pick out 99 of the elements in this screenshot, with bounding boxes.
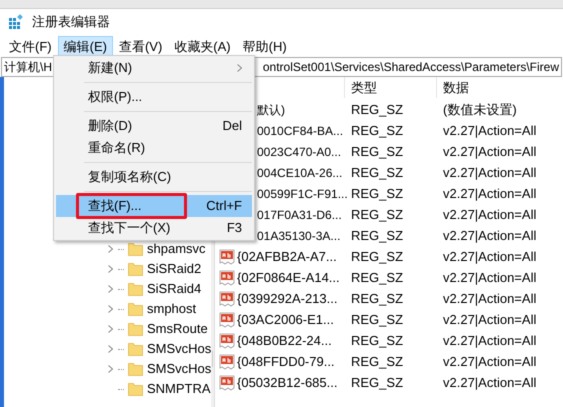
value-data: v2.27|Action=All xyxy=(442,290,538,308)
menu-item[interactable]: 查找(F)... Ctrl+F xyxy=(56,195,252,217)
chevron-icon[interactable] xyxy=(108,325,112,333)
folder-icon xyxy=(128,342,143,356)
folder-icon xyxy=(128,382,143,396)
value-name: 017F0A31-D6... xyxy=(257,206,342,224)
folder-icon xyxy=(128,322,143,336)
tree-item[interactable]: SmsRoute xyxy=(4,319,212,339)
tree-item[interactable]: SiSRaid4 xyxy=(4,279,212,299)
tree-item-label: SNMPTRA xyxy=(147,380,211,398)
string-value-icon xyxy=(219,354,235,370)
scrollbar-thumb[interactable] xyxy=(212,351,213,367)
menu-item[interactable]: 权限(P)... xyxy=(56,86,252,108)
value-data: v2.27|Action=All xyxy=(442,352,538,371)
address-text: 计算机\H xyxy=(4,59,52,76)
chevron-icon[interactable] xyxy=(108,285,112,293)
tree-item[interactable]: shpamsvc xyxy=(4,239,212,259)
value-name: 004CE10A-26... xyxy=(257,164,342,182)
folder-icon xyxy=(128,282,143,296)
value-data: v2.27|Action=All xyxy=(442,332,538,350)
value-name: 01A35130-3A... xyxy=(257,228,340,244)
value-name: 0023C470-A0... xyxy=(257,144,342,160)
folder-icon xyxy=(128,302,143,316)
tree-item[interactable]: SMSvcHos xyxy=(4,359,212,379)
folder-icon xyxy=(128,362,143,376)
string-value-icon xyxy=(219,374,235,390)
value-data: v2.27|Action=All xyxy=(442,142,538,161)
value-type: REG_SZ xyxy=(350,122,404,140)
tree-item-label: smphost xyxy=(147,300,196,318)
tree-item[interactable]: SMSvcHos xyxy=(4,339,212,359)
menu-bar-item[interactable]: 收藏夹(A) xyxy=(168,36,237,56)
address-text: ontrolSet001\Services\SharedAccess\Parameters\Firew xyxy=(262,59,560,76)
tree-item[interactable]: smphost xyxy=(4,299,212,319)
value-data: v2.27|Action=All xyxy=(442,226,538,245)
menu-item[interactable]: 查找下一个(X) F3 xyxy=(56,217,252,239)
registry-editor-icon xyxy=(8,14,24,30)
value-type: REG_SZ xyxy=(350,268,404,287)
value-type: REG_SZ xyxy=(350,206,404,224)
value-type: REG_SZ xyxy=(350,164,404,182)
menu-item[interactable]: 重命名(R) xyxy=(56,137,252,159)
chevron-icon[interactable] xyxy=(108,305,112,313)
tree-item-label: SiSRaid4 xyxy=(147,280,202,298)
string-value-icon xyxy=(219,312,235,328)
value-data: v2.27|Action=All xyxy=(442,374,538,392)
value-data: v2.27|Action=All xyxy=(442,310,538,329)
chevron-icon[interactable] xyxy=(108,345,112,353)
menu-bar-item[interactable]: 编辑(E) xyxy=(58,36,113,56)
chevron-icon[interactable] xyxy=(108,265,112,273)
string-value-icon xyxy=(219,248,235,264)
value-type: REG_SZ xyxy=(350,290,404,308)
string-value-icon xyxy=(219,270,235,286)
value-data: v2.27|Action=All xyxy=(442,184,538,203)
folder-icon xyxy=(128,262,143,276)
chevron-icon[interactable] xyxy=(108,245,112,253)
string-value-icon xyxy=(219,332,235,348)
menu-item[interactable]: 新建(N) xyxy=(56,57,252,79)
value-data: v2.27|Action=All xyxy=(442,122,538,140)
value-type: REG_SZ xyxy=(350,184,404,203)
value-type: REG_SZ xyxy=(350,248,404,266)
menu-item[interactable]: 删除(D) Del xyxy=(56,115,252,137)
value-data: v2.27|Action=All xyxy=(442,268,538,287)
value-name: {05032B12-685... xyxy=(237,374,338,392)
window-title: 注册表编辑器 xyxy=(32,13,110,32)
value-type: REG_SZ xyxy=(350,310,404,329)
submenu-chevron-icon[interactable] xyxy=(237,64,242,72)
value-type: REG_SZ xyxy=(350,374,404,392)
value-name: 默认) xyxy=(257,102,285,118)
menu-item[interactable]: 复制项名称(C) xyxy=(56,166,252,188)
value-name: {048B0B22-24... xyxy=(237,332,332,350)
tree-item[interactable]: SNMPTRA xyxy=(4,379,212,399)
value-name: 0010CF84-BA... xyxy=(257,122,344,140)
chevron-icon[interactable] xyxy=(108,365,112,373)
menu-bar-item[interactable]: 查看(V) xyxy=(112,36,168,56)
menu-bar-item[interactable]: 文件(F) xyxy=(3,36,58,56)
value-type: REG_SZ xyxy=(350,352,404,371)
value-name: {02F0864E-A14... xyxy=(237,268,340,287)
value-name: {02AFBB2A-A7... xyxy=(237,248,337,266)
value-data: v2.27|Action=All xyxy=(442,206,538,224)
value-type: REG_SZ xyxy=(350,226,404,245)
tree-item-label: SMSvcHos xyxy=(147,360,212,378)
tree-item-label: SmsRoute xyxy=(147,320,208,338)
string-value-icon xyxy=(219,290,235,306)
menu-bar-item[interactable]: 帮助(H) xyxy=(236,36,293,56)
tree-item-label: SMSvcHos xyxy=(147,340,212,358)
value-name: {0399292A-213... xyxy=(237,290,338,308)
column-header[interactable]: 类型 xyxy=(345,77,437,98)
tree-item-label: shpamsvc xyxy=(147,240,206,258)
tree-item[interactable]: SiSRaid2 xyxy=(4,259,212,279)
value-type: REG_SZ xyxy=(350,142,404,161)
value-data: v2.27|Action=All xyxy=(442,164,538,182)
tree-item-label: SiSRaid2 xyxy=(147,260,202,278)
value-name: {048FFDD0-79... xyxy=(237,352,335,371)
value-type: REG_SZ xyxy=(350,332,404,350)
value-name: 00599F1C-F91... xyxy=(257,186,348,202)
value-name: {03AC2006-E1... xyxy=(237,310,334,329)
column-header[interactable]: 数据 xyxy=(437,77,563,98)
value-data: (数值未设置) xyxy=(442,100,518,119)
value-type: REG_SZ xyxy=(350,100,404,119)
value-data: v2.27|Action=All xyxy=(442,248,538,266)
